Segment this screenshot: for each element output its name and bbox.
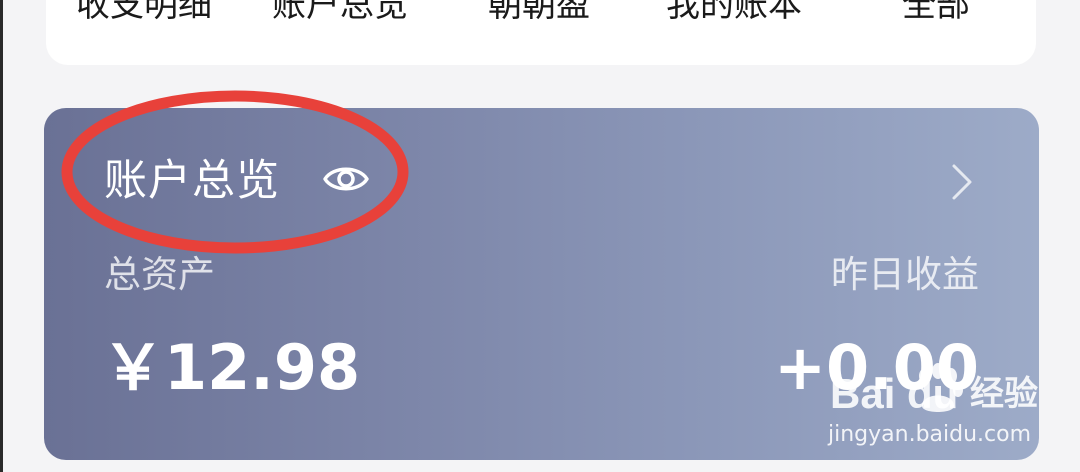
total-assets-value: ￥12.98 xyxy=(102,331,361,404)
account-overview-card[interactable]: 账户总览 总资产 昨日收益 ￥12.98 +0.00 xyxy=(44,108,1039,460)
tab-bar: 收支明细 账户总览 朝朝盈 我的账本 全部 xyxy=(46,0,1036,65)
yesterday-income-label: 昨日收益 xyxy=(831,253,979,296)
yesterday-income-value: +0.00 xyxy=(774,331,979,404)
tab-transactions[interactable]: 收支明细 xyxy=(76,0,212,22)
tab-all[interactable]: 全部 xyxy=(902,0,970,22)
eye-icon[interactable] xyxy=(322,161,370,197)
total-assets-label: 总资产 xyxy=(104,253,215,296)
tab-my-ledger[interactable]: 我的账本 xyxy=(666,0,802,22)
card-title: 账户总览 xyxy=(104,156,280,206)
left-edge xyxy=(0,0,3,472)
tab-account-overview[interactable]: 账户总览 xyxy=(272,0,408,22)
tab-zhaozhaoying[interactable]: 朝朝盈 xyxy=(488,0,590,22)
chevron-right-icon[interactable] xyxy=(948,162,976,202)
